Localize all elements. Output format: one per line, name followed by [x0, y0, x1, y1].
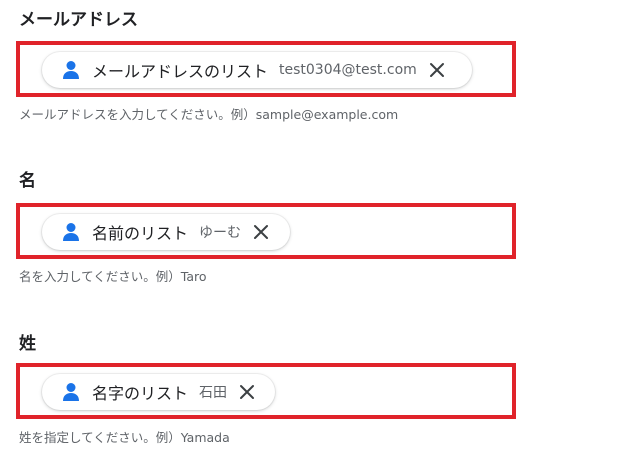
email-input[interactable]: メールアドレスのリスト test0304@test.com — [16, 41, 516, 97]
field-label-last-name: 姓 — [19, 334, 36, 354]
help-text-email: メールアドレスを入力してください。例）sample@example.com — [19, 107, 399, 122]
field-label-first-name: 名 — [19, 171, 36, 191]
help-text-first-name: 名を入力してください。例）Taro — [19, 269, 207, 284]
first-name-input[interactable]: 名前のリスト ゆーむ — [16, 203, 516, 259]
person-icon — [63, 383, 79, 401]
chip-label: 名前のリスト — [92, 224, 189, 243]
person-icon — [63, 223, 79, 241]
last-name-input[interactable]: 名字のリスト 石田 — [16, 363, 516, 419]
chip-value: test0304@test.com — [279, 62, 417, 78]
variable-chip-email[interactable]: メールアドレスのリスト test0304@test.com — [42, 52, 472, 88]
variable-chip-first-name[interactable]: 名前のリスト ゆーむ — [42, 214, 290, 250]
variable-chip-last-name[interactable]: 名字のリスト 石田 — [42, 374, 275, 410]
help-text-last-name: 姓を指定してください。例）Yamada — [19, 430, 230, 445]
field-label-email: メールアドレス — [19, 10, 138, 30]
person-icon — [63, 61, 79, 79]
close-icon[interactable] — [251, 222, 271, 242]
chip-value: 石田 — [199, 385, 228, 401]
chip-label: メールアドレスのリスト — [92, 62, 269, 81]
close-icon[interactable] — [237, 382, 257, 402]
chip-label: 名字のリスト — [92, 384, 189, 403]
chip-value: ゆーむ — [199, 225, 242, 241]
close-icon[interactable] — [427, 60, 447, 80]
